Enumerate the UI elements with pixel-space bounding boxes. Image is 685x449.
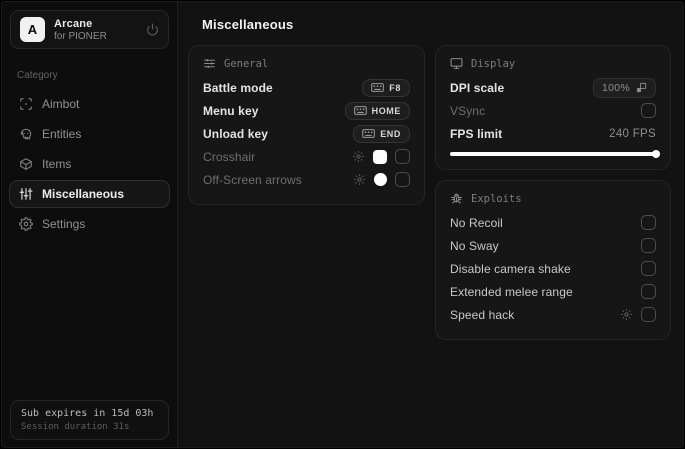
power-icon[interactable] bbox=[146, 23, 159, 36]
unload-key-keybind[interactable]: END bbox=[353, 124, 410, 143]
general-panel-title: General bbox=[224, 57, 269, 70]
crosshair-checkbox[interactable] bbox=[395, 149, 410, 164]
page-title: Miscellaneous bbox=[202, 17, 294, 32]
battle-mode-label: Battle mode bbox=[203, 80, 273, 95]
disable-camera-shake-label: Disable camera shake bbox=[450, 261, 571, 276]
offscreen-arrows-checkbox[interactable] bbox=[395, 172, 410, 187]
offscreen-arrows-color-swatch[interactable] bbox=[374, 173, 387, 186]
speed-hack-checkbox[interactable] bbox=[641, 307, 656, 322]
offscreen-arrows-label: Off-Screen arrows bbox=[203, 172, 302, 187]
app-logo: A bbox=[20, 17, 45, 42]
vsync-checkbox[interactable] bbox=[641, 103, 656, 118]
sidebar-item-aimbot[interactable]: Aimbot bbox=[9, 90, 170, 118]
scan-icon bbox=[19, 97, 33, 111]
sub-expires-text: Sub expires in 15d 03h bbox=[21, 408, 154, 419]
speed-hack-row: Speed hack bbox=[450, 303, 656, 326]
exploits-panel: Exploits No Recoil No Sway Disable camer… bbox=[435, 180, 671, 340]
no-sway-row: No Sway bbox=[450, 234, 656, 257]
app-name: Arcane bbox=[54, 17, 93, 30]
sidebar-item-entities[interactable]: Entities bbox=[9, 120, 170, 148]
sidebar-item-items[interactable]: Items bbox=[9, 150, 170, 178]
sidebar-item-label: Miscellaneous bbox=[42, 187, 125, 201]
disable-camera-shake-checkbox[interactable] bbox=[641, 261, 656, 276]
keyboard-icon bbox=[362, 129, 375, 138]
fps-limit-slider[interactable] bbox=[450, 150, 660, 158]
unload-key-label: Unload key bbox=[203, 126, 269, 141]
extended-melee-range-label: Extended melee range bbox=[450, 284, 573, 299]
app-window: A Arcane for PIONER Category Aimbot Enti… bbox=[1, 1, 684, 448]
crosshair-label: Crosshair bbox=[203, 149, 256, 164]
crosshair-row: Crosshair bbox=[203, 145, 410, 168]
sidebar: A Arcane for PIONER Category Aimbot Enti… bbox=[2, 2, 178, 447]
sidebar-item-label: Items bbox=[42, 157, 72, 171]
no-sway-checkbox[interactable] bbox=[641, 238, 656, 253]
fps-limit-value: 240 FPS bbox=[609, 127, 656, 140]
extended-melee-range-row: Extended melee range bbox=[450, 280, 656, 303]
vsync-label: VSync bbox=[450, 103, 486, 118]
display-panel: Display DPI scale 100% VSync FPS limit 2… bbox=[435, 45, 671, 170]
gear-icon[interactable] bbox=[620, 308, 633, 321]
offscreen-arrows-row: Off-Screen arrows bbox=[203, 168, 410, 191]
keyboard-icon bbox=[371, 83, 385, 92]
no-sway-label: No Sway bbox=[450, 238, 499, 253]
no-recoil-row: No Recoil bbox=[450, 211, 656, 234]
menu-key-label: Menu key bbox=[203, 103, 259, 118]
session-duration-text: Session duration 31s bbox=[21, 422, 130, 432]
main-content: Miscellaneous General Battle mode F8 Men… bbox=[178, 2, 683, 447]
app-subtitle: for PIONER bbox=[54, 30, 107, 42]
sidebar-item-miscellaneous[interactable]: Miscellaneous bbox=[9, 180, 170, 208]
general-panel: General Battle mode F8 Menu key HOME Unl… bbox=[188, 45, 425, 205]
speed-hack-label: Speed hack bbox=[450, 307, 515, 322]
scaling-icon bbox=[636, 82, 647, 93]
bug-icon bbox=[450, 192, 463, 205]
brand-card: A Arcane for PIONER bbox=[10, 10, 169, 49]
monitor-icon bbox=[450, 57, 463, 70]
no-recoil-checkbox[interactable] bbox=[641, 215, 656, 230]
sliders-icon bbox=[203, 57, 216, 70]
battle-mode-keybind[interactable]: F8 bbox=[362, 78, 410, 97]
sidebar-item-label: Settings bbox=[42, 217, 86, 231]
fps-limit-row: FPS limit 240 FPS bbox=[450, 122, 656, 145]
gear-icon[interactable] bbox=[353, 173, 366, 186]
dpi-scale-row: DPI scale 100% bbox=[450, 76, 656, 99]
skull-icon bbox=[19, 127, 33, 141]
sidebar-item-label: Entities bbox=[42, 127, 82, 141]
menu-key-row: Menu key HOME bbox=[203, 99, 410, 122]
unload-key-row: Unload key END bbox=[203, 122, 410, 145]
category-label: Category bbox=[17, 70, 58, 81]
crosshair-color-swatch[interactable] bbox=[373, 149, 387, 164]
sidebar-item-label: Aimbot bbox=[42, 97, 80, 111]
display-panel-title: Display bbox=[471, 57, 516, 70]
dpi-scale-select[interactable]: 100% bbox=[592, 77, 656, 98]
fps-limit-label: FPS limit bbox=[450, 126, 503, 141]
gear-icon[interactable] bbox=[352, 150, 365, 163]
no-recoil-label: No Recoil bbox=[450, 215, 503, 230]
package-icon bbox=[19, 157, 33, 171]
exploits-panel-title: Exploits bbox=[471, 192, 522, 205]
disable-camera-shake-row: Disable camera shake bbox=[450, 257, 656, 280]
keyboard-icon bbox=[353, 106, 367, 115]
sliders-icon bbox=[19, 187, 33, 201]
sidebar-item-settings[interactable]: Settings bbox=[9, 210, 170, 238]
gear-icon bbox=[19, 217, 33, 231]
extended-melee-range-checkbox[interactable] bbox=[641, 284, 656, 299]
menu-key-keybind[interactable]: HOME bbox=[344, 101, 410, 120]
dpi-scale-label: DPI scale bbox=[450, 80, 505, 95]
battle-mode-row: Battle mode F8 bbox=[203, 76, 410, 99]
vsync-row: VSync bbox=[450, 99, 656, 122]
sidebar-nav: Aimbot Entities Items Miscellaneous Sett… bbox=[2, 89, 177, 239]
slider-knob[interactable] bbox=[652, 150, 660, 158]
subscription-card: Sub expires in 15d 03h Session duration … bbox=[10, 400, 169, 440]
